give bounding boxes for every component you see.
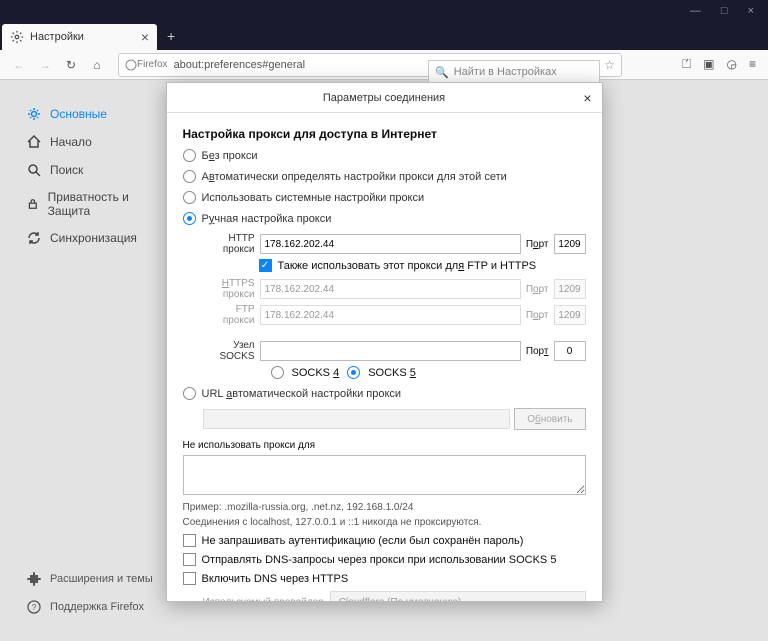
dialog-title: Параметры соединения	[323, 92, 445, 104]
no-proxy-input[interactable]	[183, 455, 586, 495]
http-label: HTTP прокси	[203, 233, 255, 255]
socks-label: Узел SOCKS	[203, 340, 255, 362]
new-tab-button[interactable]: +	[167, 28, 175, 44]
browser-tab[interactable]: Настройки ×	[2, 24, 157, 50]
doh-checkbox[interactable]: Включить DNS через HTTPS	[183, 572, 586, 585]
radio-auto-url[interactable]: URL автоматической настройки прокси	[183, 387, 586, 400]
localhost-note: Соединения с localhost, 127.0.0.1 и ::1 …	[183, 517, 586, 528]
https-port-input	[554, 279, 586, 299]
close-tab-icon[interactable]: ×	[141, 29, 149, 45]
dialog-overlay: Параметры соединения × Настройка прокси …	[0, 80, 768, 641]
window-titlebar: — □ ×	[0, 0, 768, 22]
pac-url-input	[203, 409, 511, 429]
http-port-input[interactable]	[554, 234, 586, 254]
search-placeholder: Найти в Настройках	[454, 66, 557, 78]
socks-proxy-input[interactable]	[260, 341, 521, 361]
nav-bar: ← → ↻ ⌂ Firefox about:preferences#genera…	[0, 50, 768, 80]
radio-manual-proxy[interactable]: Ручная настройка прокси	[183, 212, 586, 225]
profile-icon[interactable]: ◶	[727, 57, 737, 72]
firefox-icon	[125, 59, 137, 71]
radio-system-proxy[interactable]: Использовать системные настройки прокси	[183, 191, 586, 204]
forward-button[interactable]: →	[34, 54, 56, 76]
example-text: Пример: .mozilla-russia.org, .net.nz, 19…	[183, 502, 586, 513]
gear-icon	[10, 30, 24, 44]
dialog-header: Параметры соединения ×	[167, 83, 602, 113]
menu-icon[interactable]: ≡	[749, 57, 756, 72]
no-auth-checkbox[interactable]: Не запрашивать аутентификацию (если был …	[183, 534, 586, 547]
refresh-button: Обновить	[514, 408, 585, 430]
tab-title: Настройки	[30, 31, 141, 43]
bookmark-star-icon[interactable]: ☆	[604, 58, 615, 72]
provider-select: Cloudflare (По умолчанию) ⌄	[330, 591, 586, 602]
no-proxy-label: Не использовать прокси для	[183, 440, 586, 451]
maximize-icon[interactable]: □	[721, 5, 728, 17]
radio-socks5[interactable]	[347, 366, 360, 379]
close-window-icon[interactable]: ×	[748, 5, 754, 17]
ftp-label: FTP прокси	[203, 304, 255, 326]
chevron-down-icon: ⌄	[568, 597, 576, 603]
reload-button[interactable]: ↻	[60, 54, 82, 76]
tab-bar: Настройки × +	[0, 22, 768, 50]
close-icon[interactable]: ×	[583, 90, 591, 106]
provider-label: Используемый провайдер	[203, 597, 324, 603]
home-button[interactable]: ⌂	[86, 54, 108, 76]
radio-auto-detect[interactable]: Автоматически определять настройки прокс…	[183, 170, 586, 183]
connection-settings-dialog: Параметры соединения × Настройка прокси …	[166, 82, 603, 602]
library-icon[interactable]: ⏍	[682, 57, 691, 72]
ftp-proxy-input	[260, 305, 521, 325]
radio-no-proxy[interactable]: Без прокси	[183, 149, 586, 162]
http-proxy-input[interactable]	[260, 234, 521, 254]
socks-port-input[interactable]	[554, 341, 586, 361]
use-for-all-checkbox[interactable]: ✓ Также использовать этот прокси для FTP…	[259, 259, 586, 272]
minimize-icon[interactable]: —	[690, 5, 701, 17]
dialog-heading: Настройка прокси для доступа в Интернет	[183, 127, 586, 141]
search-icon: 🔍	[435, 66, 449, 79]
sidebar-icon[interactable]: ▣	[703, 57, 714, 72]
checkbox-icon: ✓	[259, 259, 272, 272]
url-identity: Firefox	[137, 59, 168, 70]
radio-socks4[interactable]	[271, 366, 284, 379]
dns-socks-checkbox[interactable]: Отправлять DNS-запросы через прокси при …	[183, 553, 586, 566]
https-proxy-input	[260, 279, 521, 299]
back-button[interactable]: ←	[8, 54, 30, 76]
ftp-port-input	[554, 305, 586, 325]
